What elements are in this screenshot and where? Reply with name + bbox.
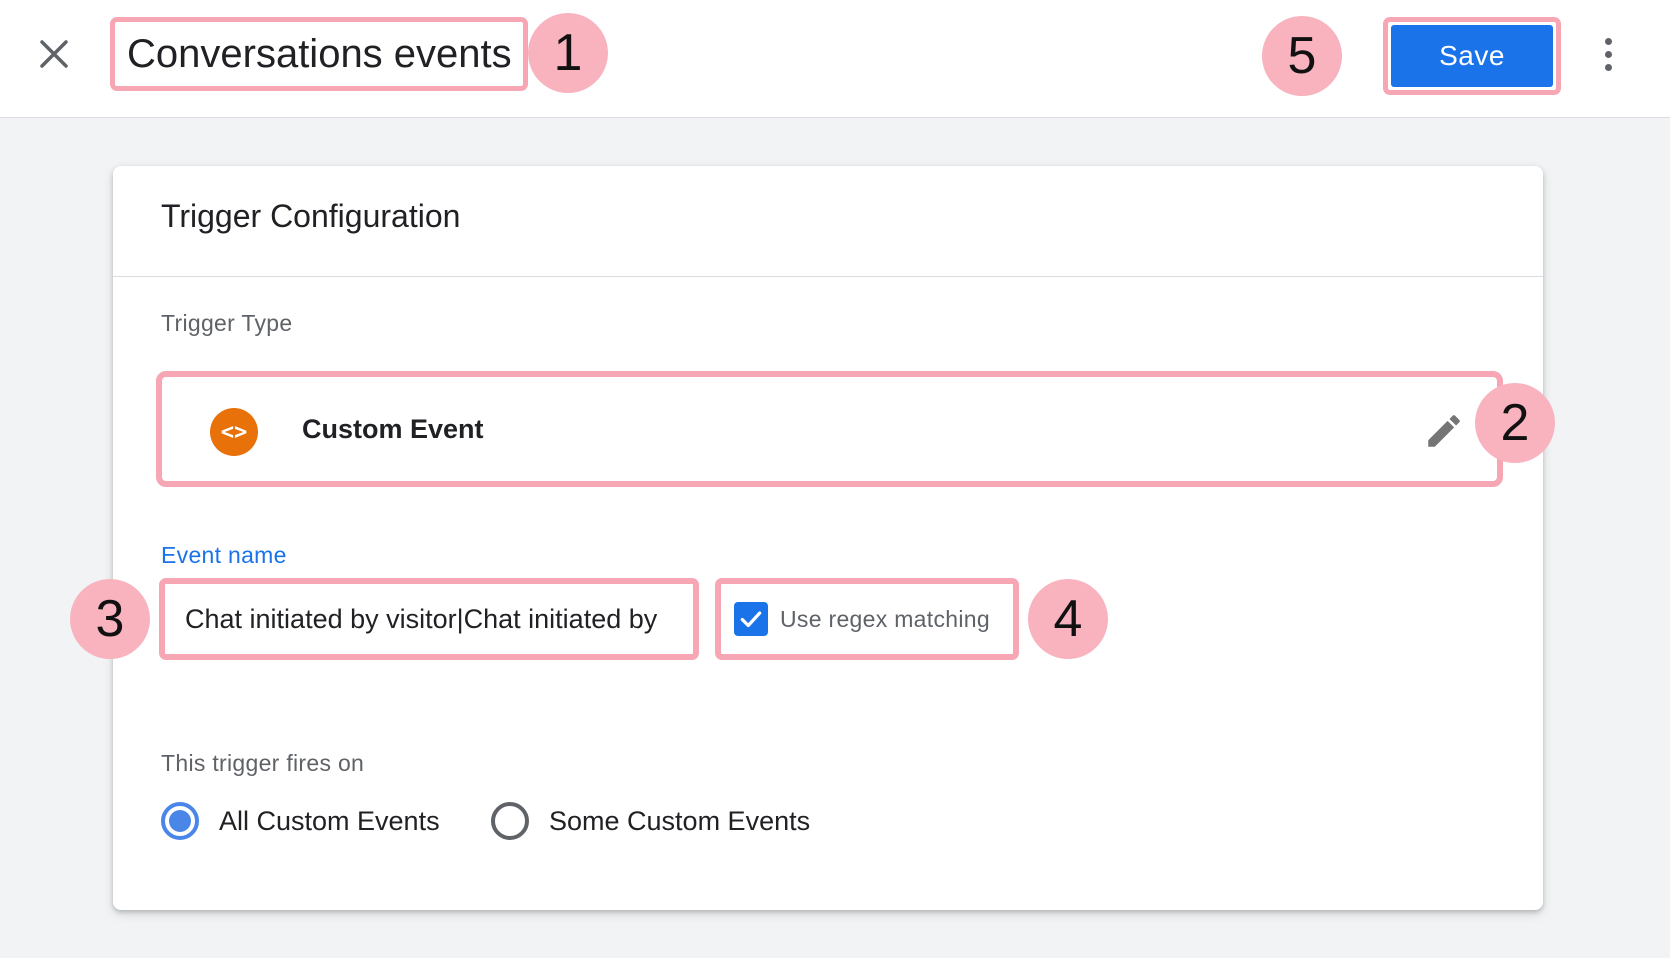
divider xyxy=(113,276,1543,277)
save-button-highlight: Save xyxy=(1383,17,1561,95)
radio-button-selected[interactable] xyxy=(161,802,199,840)
event-name-field xyxy=(159,578,699,660)
trigger-type-selector[interactable]: <> Custom Event xyxy=(156,371,1503,487)
annotation-badge-1: 1 xyxy=(528,13,608,93)
top-bar: 1 5 Save xyxy=(0,0,1670,118)
fires-on-label: This trigger fires on xyxy=(161,750,365,776)
event-name-input[interactable] xyxy=(185,596,675,642)
trigger-type-name: Custom Event xyxy=(302,414,484,444)
trigger-name-field xyxy=(110,17,528,91)
more-vert-icon-dot xyxy=(1604,63,1612,71)
regex-label: Use regex matching xyxy=(780,605,990,632)
more-vert-icon-dot xyxy=(1604,50,1612,58)
more-vert-icon xyxy=(1604,37,1612,45)
radio-some-custom-events[interactable]: Some Custom Events xyxy=(491,802,810,840)
save-button[interactable]: Save xyxy=(1391,25,1553,87)
close-button[interactable] xyxy=(28,28,80,80)
pencil-icon[interactable] xyxy=(1423,410,1465,452)
checkmark-icon xyxy=(740,611,762,628)
event-name-label: Event name xyxy=(161,542,287,568)
trigger-type-label: Trigger Type xyxy=(161,310,293,336)
radio-dot xyxy=(169,810,191,832)
radio-label: Some Custom Events xyxy=(549,805,811,836)
annotation-badge-4: 4 xyxy=(1028,579,1108,659)
radio-label: All Custom Events xyxy=(219,805,440,836)
radio-all-custom-events[interactable]: All Custom Events xyxy=(161,802,440,840)
more-options-button[interactable] xyxy=(1590,30,1626,78)
annotation-badge-3: 3 xyxy=(70,579,150,659)
close-icon xyxy=(40,40,68,68)
annotation-badge-5: 5 xyxy=(1262,16,1342,96)
trigger-configuration-card: Trigger Configuration Trigger Type <> Cu… xyxy=(70,166,1555,910)
annotation-badge-2: 2 xyxy=(1475,383,1555,463)
radio-button-unselected[interactable] xyxy=(491,802,529,840)
code-icon: <> xyxy=(210,408,258,456)
card-title: Trigger Configuration xyxy=(161,198,461,234)
regex-checkbox[interactable] xyxy=(734,602,768,636)
regex-checkbox-row[interactable]: Use regex matching xyxy=(715,578,1019,660)
trigger-name-input[interactable] xyxy=(127,30,517,78)
